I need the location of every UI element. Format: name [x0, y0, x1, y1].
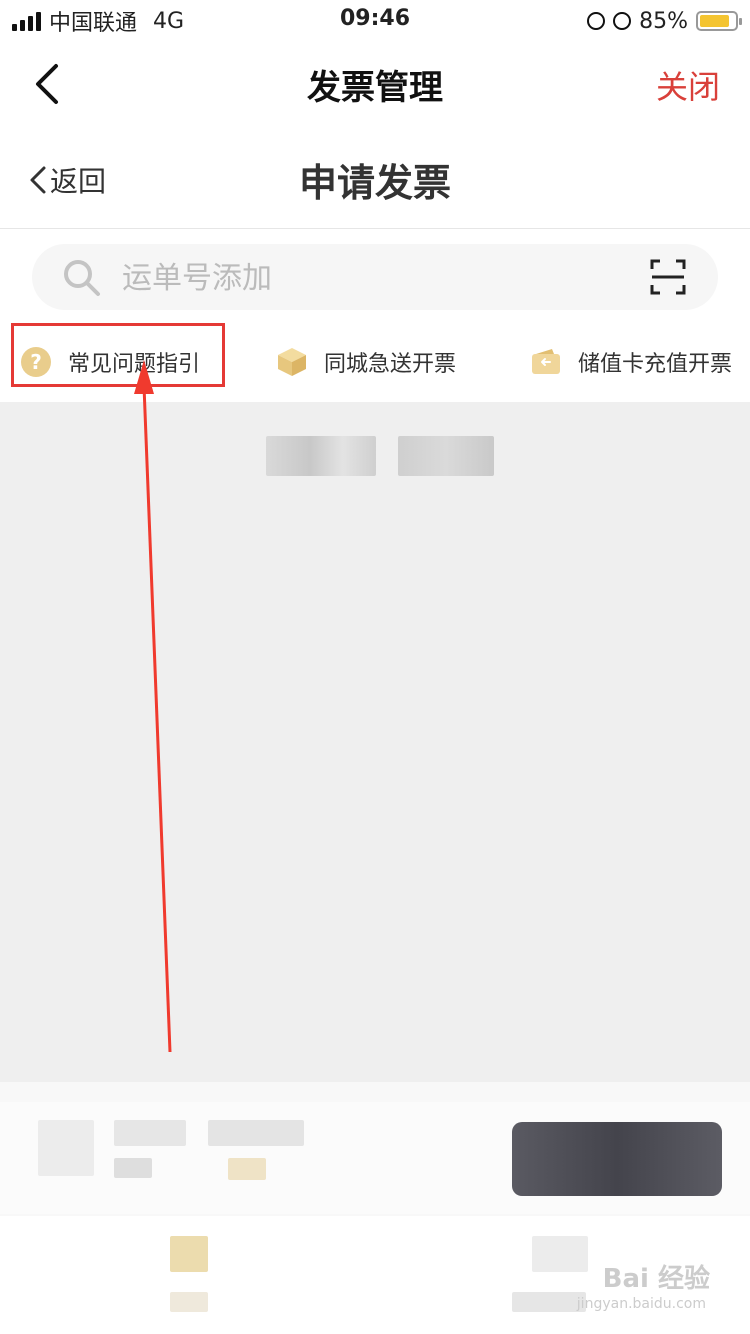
alarm-icon [613, 12, 632, 30]
sub-header: 返回 申请发票 [0, 124, 750, 229]
blurred-icon [170, 1236, 208, 1272]
status-right: 85% [587, 6, 742, 36]
blurred-text [398, 436, 494, 476]
invoice-content-area [0, 402, 750, 1082]
box-icon [278, 348, 306, 376]
rotation-lock-icon [587, 12, 606, 30]
same-city-invoice-link[interactable]: 同城急送开票 [276, 322, 456, 402]
search-bar [32, 244, 718, 312]
blurred-text [208, 1120, 304, 1146]
watermark-logo: Bai 经验 [602, 1264, 710, 1294]
stored-card-invoice-link[interactable]: 储值卡充值开票 [530, 322, 732, 402]
status-bar: 中国联通 4G 09:46 85% [0, 0, 750, 44]
submit-button[interactable] [512, 1122, 722, 1196]
highlight-box [11, 323, 225, 387]
blurred-text [228, 1158, 266, 1180]
battery-percent: 85% [639, 8, 688, 34]
search-icon [64, 260, 100, 296]
blurred-text [266, 436, 376, 476]
battery-icon [696, 11, 742, 31]
close-button[interactable]: 关闭 [656, 62, 720, 108]
blurred-icon [170, 1292, 208, 1312]
blurred-text [114, 1120, 186, 1146]
stored-card-invoice-label: 储值卡充值开票 [578, 352, 733, 377]
nav-bar: 发票管理 关闭 [0, 44, 750, 124]
page-title: 发票管理 [307, 68, 443, 108]
blurred-text [114, 1158, 152, 1178]
blurred-icon [512, 1292, 586, 1312]
waybill-search-input[interactable] [120, 244, 624, 312]
same-city-invoice-label: 同城急送开票 [324, 352, 457, 377]
blurred-text [38, 1120, 94, 1176]
wallet-icon [532, 349, 560, 374]
scan-icon[interactable] [650, 259, 686, 295]
bottom-summary-row [0, 1102, 750, 1214]
sub-title: 申请发票 [298, 161, 451, 205]
blurred-icon [532, 1236, 588, 1272]
watermark-url: jingyan.baidu.com [576, 1296, 706, 1312]
